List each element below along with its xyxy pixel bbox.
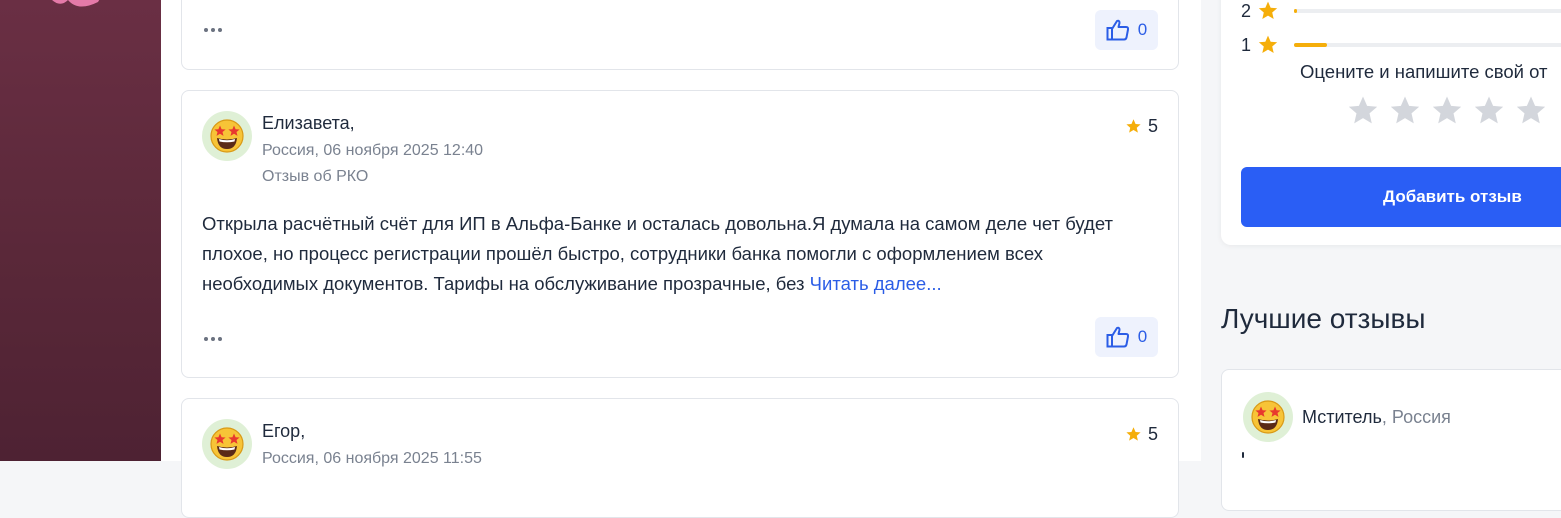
star-struck-emoji-icon <box>1251 400 1285 434</box>
review-topic: Отзыв об РКО <box>262 168 369 185</box>
star-icon <box>1126 119 1141 133</box>
avatar <box>1243 392 1293 442</box>
review-meta: Россия, 06 ноября 2025 12:40 <box>262 142 484 159</box>
star-empty-icon[interactable] <box>1472 94 1506 128</box>
reviews-feed: 0 Елизавета, Россия, 06 ноября 2025 12:4… <box>161 0 1201 518</box>
star-struck-emoji-icon <box>210 119 244 153</box>
review-text: Открыла расчётный счёт для ИП в Альфа-Ба… <box>202 209 1162 299</box>
stars-count-label: 2 <box>1241 0 1252 21</box>
review-card: Елизавета, Россия, 06 ноября 2025 12:40 … <box>181 90 1179 378</box>
review-body: Открыла расчётный счёт для ИП в Альфа-Ба… <box>202 213 1113 294</box>
rate-stars-input[interactable] <box>1346 94 1548 128</box>
rating-summary-card: 2 1 Оцените и напишите свой от Добавить … <box>1221 0 1561 245</box>
rating-value: 5 <box>1147 424 1158 444</box>
left-sidebar <box>0 0 161 461</box>
thumbs-up-icon <box>1106 326 1129 348</box>
right-column: 2 1 Оцените и напишите свой от Добавить … <box>1201 0 1561 511</box>
more-options-icon[interactable] <box>204 334 232 344</box>
review-card: 0 <box>181 0 1179 70</box>
star-empty-icon[interactable] <box>1514 94 1548 128</box>
rating-value: 5 <box>1147 116 1158 136</box>
best-review-snippet <box>1242 452 1244 458</box>
review-author[interactable]: Елизавета, <box>262 113 355 134</box>
ribbon-decoration-icon <box>52 0 100 7</box>
stars-count-label: 1 <box>1241 34 1252 55</box>
star-struck-emoji-icon <box>210 427 244 461</box>
star-icon <box>1126 427 1141 441</box>
best-review-author-line: Мститель, Россия <box>1302 407 1451 427</box>
thumbs-up-icon <box>1106 19 1129 41</box>
avatar <box>202 419 252 469</box>
best-review-country: Россия <box>1391 407 1451 427</box>
rating-bar <box>1294 43 1561 47</box>
avatar <box>202 111 252 161</box>
more-options-icon[interactable] <box>204 25 232 35</box>
star-icon <box>1258 35 1278 53</box>
review-card: Егор, Россия, 06 ноября 2025 11:55 5 <box>181 398 1179 518</box>
best-review-card[interactable]: Мститель, Россия <box>1221 369 1561 511</box>
like-count: 0 <box>1137 20 1148 39</box>
like-button[interactable]: 0 <box>1095 10 1158 50</box>
rating-bar <box>1294 9 1561 13</box>
star-icon <box>1258 1 1278 19</box>
rate-prompt: Оцените и напишите свой от <box>1300 61 1548 82</box>
star-empty-icon[interactable] <box>1346 94 1380 128</box>
rating-bar-fill <box>1294 9 1297 13</box>
review-rating: 5 <box>1125 424 1158 445</box>
review-author[interactable]: Егор, <box>262 421 305 442</box>
review-meta: Россия, 06 ноября 2025 11:55 <box>262 450 482 467</box>
read-more-link[interactable]: Читать далее... <box>810 273 942 294</box>
like-button[interactable]: 0 <box>1095 317 1158 357</box>
add-review-button[interactable]: Добавить отзыв <box>1241 167 1561 227</box>
rating-bar-fill <box>1294 43 1327 47</box>
star-empty-icon[interactable] <box>1430 94 1464 128</box>
best-review-author[interactable]: Мститель <box>1302 407 1382 427</box>
like-count: 0 <box>1137 327 1148 346</box>
review-rating: 5 <box>1125 116 1158 137</box>
rating-distribution-row: 1 <box>1241 34 1279 56</box>
star-empty-icon[interactable] <box>1388 94 1422 128</box>
best-reviews-title: Лучшие отзывы <box>1221 303 1426 334</box>
rating-distribution-row: 2 <box>1241 0 1279 22</box>
